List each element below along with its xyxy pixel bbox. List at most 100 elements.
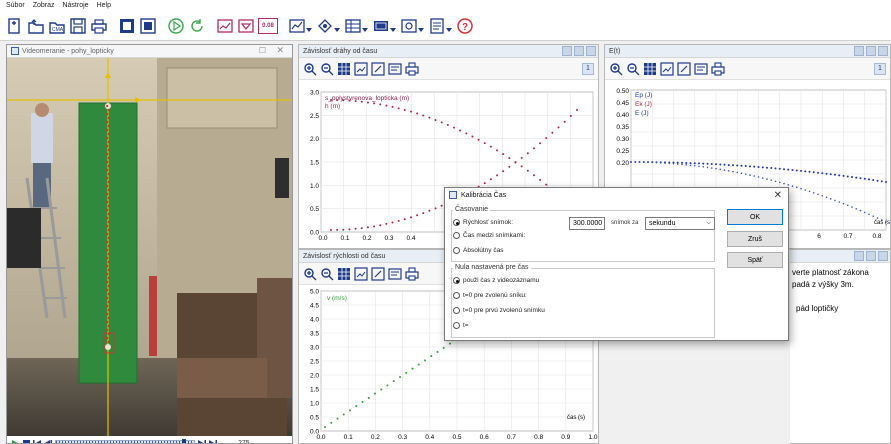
print-chart-icon[interactable] xyxy=(711,61,725,76)
minimize-icon[interactable] xyxy=(574,46,584,56)
settings-icon[interactable] xyxy=(400,16,424,36)
chart-type-icon[interactable] xyxy=(288,16,312,36)
help-icon[interactable]: ? xyxy=(456,16,474,36)
zoom-out-icon[interactable] xyxy=(320,62,334,76)
step-forward-icon[interactable] xyxy=(198,439,206,443)
menu-view[interactable]: Zobraz xyxy=(33,2,55,9)
tool-icon[interactable] xyxy=(316,16,340,36)
time-unit-select[interactable]: sekundu ⌵ xyxy=(645,217,715,230)
copy-chart-icon[interactable] xyxy=(388,62,402,76)
grid-icon[interactable] xyxy=(337,62,351,76)
series-point xyxy=(411,367,414,370)
new-project-icon[interactable] xyxy=(6,16,24,36)
grid-icon[interactable] xyxy=(643,62,657,76)
series-point xyxy=(702,162,705,165)
close-icon[interactable] xyxy=(878,251,888,261)
menu-tools[interactable]: Nástroje xyxy=(62,2,88,9)
last-frame-icon[interactable] xyxy=(209,439,217,443)
measure-icon[interactable] xyxy=(237,16,255,36)
frame-rate-radio[interactable]: Rýchlosť snímok: xyxy=(453,219,513,226)
chart-area-icon[interactable] xyxy=(660,61,674,76)
series-point xyxy=(838,201,841,203)
close-icon[interactable]: ✕ xyxy=(774,190,782,201)
zoom-in-icon[interactable] xyxy=(609,62,623,76)
series-point xyxy=(520,156,523,159)
time-calibration-dialog: Kalibrácia Čas ✕ Časovanie Rýchlosť sním… xyxy=(444,187,789,341)
graph-icon[interactable] xyxy=(216,16,234,36)
chevron-down-icon xyxy=(362,27,368,32)
time-zero-group-title: Nula nastavená pre čas xyxy=(453,264,531,271)
series-point xyxy=(366,226,369,229)
page-number[interactable]: 1 xyxy=(874,63,886,75)
tracked-point xyxy=(106,104,109,108)
play-icon[interactable] xyxy=(11,439,19,443)
ok-button[interactable]: OK xyxy=(727,209,783,225)
restore-icon[interactable] xyxy=(562,46,572,56)
menu-file[interactable]: Súbor xyxy=(6,2,25,9)
restore-icon[interactable] xyxy=(854,251,864,261)
cancel-button[interactable]: Zruš xyxy=(727,231,783,247)
zoom-in-icon[interactable] xyxy=(303,62,317,76)
zoom-in-icon[interactable] xyxy=(303,267,317,281)
stop-icon[interactable] xyxy=(22,439,30,443)
first-frame-radio[interactable]: t=0 pre prvú zvolenú snímku xyxy=(453,307,545,314)
data-table-icon[interactable] xyxy=(118,16,136,36)
frame-interval-radio[interactable]: Čas medzi snímkami: xyxy=(453,232,525,239)
grid-icon[interactable] xyxy=(337,267,351,281)
close-icon[interactable] xyxy=(878,46,888,56)
save-icon[interactable] xyxy=(69,16,87,36)
absolute-time-radio[interactable]: Absolútny čas xyxy=(453,247,503,254)
chart-area-icon[interactable] xyxy=(354,61,368,76)
value-icon[interactable]: 0.08 xyxy=(258,17,278,34)
series-point xyxy=(576,109,578,111)
series-point xyxy=(373,102,376,105)
custom-time-radio[interactable]: t= xyxy=(453,322,469,329)
edit-chart-icon[interactable] xyxy=(371,61,385,76)
restore-icon[interactable] xyxy=(854,46,864,56)
refresh-icon[interactable] xyxy=(188,16,206,36)
close-icon[interactable]: ✕ xyxy=(276,45,284,56)
copy-chart-icon[interactable] xyxy=(388,267,402,281)
video-time-radio[interactable]: použi čas z videozáznamu xyxy=(453,277,539,284)
tracked-point xyxy=(107,316,110,320)
chart-area-icon[interactable] xyxy=(354,266,368,281)
print-icon[interactable] xyxy=(90,16,108,36)
print-chart-icon[interactable] xyxy=(405,61,419,76)
zoom-out-icon[interactable] xyxy=(626,62,640,76)
first-frame-icon[interactable] xyxy=(33,439,41,443)
series-point xyxy=(800,187,802,190)
tracked-point xyxy=(107,140,110,144)
page-number[interactable]: 1 xyxy=(582,63,594,75)
series-point xyxy=(471,135,474,138)
play-icon[interactable] xyxy=(167,16,185,36)
open-data-icon[interactable]: CMA xyxy=(48,16,66,36)
close-icon[interactable] xyxy=(586,46,596,56)
series-point xyxy=(483,182,486,185)
selected-frame-radio[interactable]: t=0 pre zvolenú sníku: xyxy=(453,292,527,299)
minimize-icon[interactable] xyxy=(866,46,876,56)
series-point xyxy=(557,126,560,129)
frame-slider[interactable] xyxy=(55,439,195,443)
tracked-point xyxy=(106,296,109,300)
window-layout-icon[interactable] xyxy=(139,16,157,36)
document-icon[interactable] xyxy=(428,16,452,36)
back-button[interactable]: Späť xyxy=(727,252,783,268)
open-icon[interactable] xyxy=(27,16,45,36)
edit-chart-icon[interactable] xyxy=(371,266,385,281)
tracked-point xyxy=(106,240,109,244)
zoom-out-icon[interactable] xyxy=(320,267,334,281)
slider-thumb[interactable] xyxy=(182,439,186,443)
panel-icon[interactable] xyxy=(372,16,396,36)
tracked-point xyxy=(107,164,110,168)
edit-chart-icon[interactable] xyxy=(677,61,691,76)
video-frame[interactable] xyxy=(7,58,292,436)
task-text-line-2: padá z výšky 3m. xyxy=(792,280,854,289)
table-icon[interactable] xyxy=(344,16,368,36)
menu-help[interactable]: Help xyxy=(97,2,111,9)
step-back-icon[interactable] xyxy=(44,439,52,443)
frame-rate-input[interactable]: 300.0000 xyxy=(569,217,605,230)
maximize-icon[interactable]: ☐ xyxy=(259,46,266,55)
copy-chart-icon[interactable] xyxy=(694,62,708,76)
print-chart-icon[interactable] xyxy=(405,266,419,281)
minimize-icon[interactable] xyxy=(866,251,876,261)
